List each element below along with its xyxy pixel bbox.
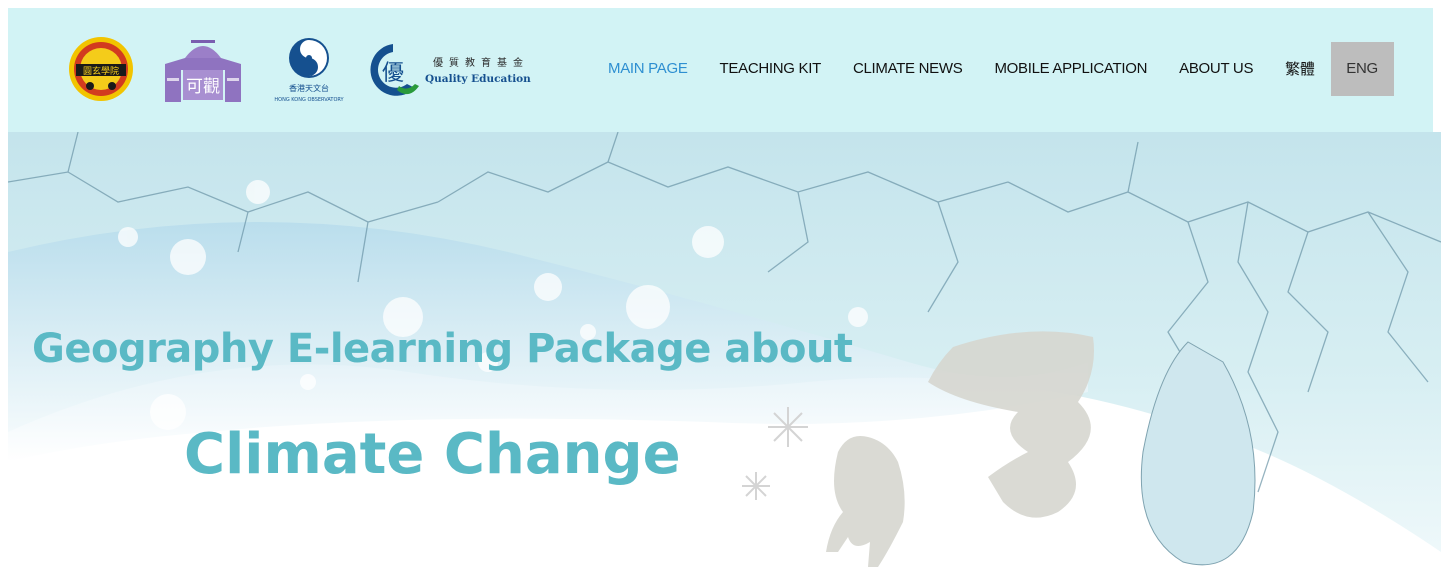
svg-text:HONG KONG OBSERVATORY: HONG KONG OBSERVATORY [274, 97, 344, 103]
nav-about-us[interactable]: ABOUT US [1179, 60, 1253, 77]
svg-text:可觀: 可觀 [186, 77, 220, 97]
lang-english-button[interactable]: ENG [1330, 41, 1394, 96]
main-nav: MAIN PAGE TEACHING KIT CLIMATE NEWS MOBI… [608, 41, 1394, 96]
quality-education-fund-logo[interactable]: 優 優質教育基金 Quality Education Fund [363, 40, 533, 100]
svg-text:優質教育基金: 優質教育基金 [433, 56, 529, 69]
nav-climate-news[interactable]: CLIMATE NEWS [853, 60, 963, 77]
svg-text:Quality Education Fund: Quality Education Fund [425, 73, 533, 85]
svg-text:圓玄學院: 圓玄學院 [83, 65, 119, 77]
ho-koon-logo[interactable]: 可觀 [163, 36, 243, 102]
svg-text:優: 優 [382, 61, 404, 86]
hero-banner: Geography E-learning Package about Clima… [8, 132, 1441, 587]
hero-title-line2: Climate Change [184, 422, 681, 487]
svg-text:香港天文台: 香港天文台 [289, 83, 329, 93]
site-header: 圓玄學院 可觀 香港天文台 HONG KONG OBSERVATORY 優 優質… [8, 8, 1433, 132]
lang-traditional-chinese-link[interactable]: 繁體 [1285, 58, 1315, 79]
school-crest-logo[interactable]: 圓玄學院 [68, 36, 134, 102]
nav-main-page[interactable]: MAIN PAGE [608, 60, 688, 77]
nav-teaching-kit[interactable]: TEACHING KIT [720, 60, 822, 77]
hong-kong-observatory-logo[interactable]: 香港天文台 HONG KONG OBSERVATORY [270, 36, 348, 106]
hero-title-line1: Geography E-learning Package about [32, 326, 853, 372]
nav-mobile-application[interactable]: MOBILE APPLICATION [994, 60, 1147, 77]
